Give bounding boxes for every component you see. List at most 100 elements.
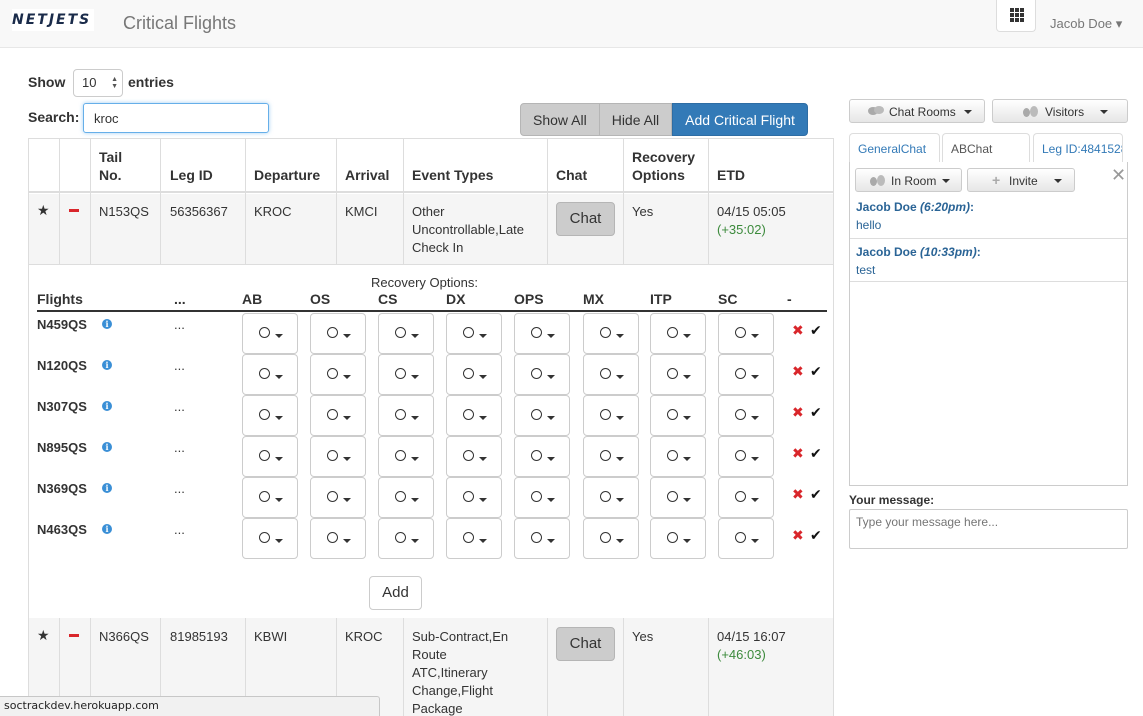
recovery-option-os-dropdown[interactable] <box>310 395 366 436</box>
recovery-option-cs-dropdown[interactable] <box>378 518 434 559</box>
chat-button[interactable]: Chat <box>556 202 615 236</box>
recovery-option-mx-dropdown[interactable] <box>583 354 639 395</box>
more-options[interactable]: ... <box>174 522 185 537</box>
reject-x-icon[interactable]: ✖ <box>792 404 804 421</box>
chat-button[interactable]: Chat <box>556 627 615 661</box>
collapse-minus-icon[interactable] <box>69 209 79 212</box>
recovery-option-mx-dropdown[interactable] <box>583 518 639 559</box>
more-options[interactable]: ... <box>174 317 185 332</box>
invite-button[interactable]: + Invite <box>967 168 1075 192</box>
recovery-option-itp-dropdown[interactable] <box>650 518 706 559</box>
tab-ab-chat[interactable]: ABChat <box>942 133 1030 164</box>
collapse-minus-icon[interactable] <box>69 634 79 637</box>
recovery-option-cs-dropdown[interactable] <box>378 395 434 436</box>
reject-x-icon[interactable]: ✖ <box>792 363 804 380</box>
in-room-button[interactable]: In Room <box>855 168 962 192</box>
recovery-option-ab-dropdown[interactable] <box>242 313 298 354</box>
tab-leg-id[interactable]: Leg ID:48415281 <box>1033 133 1123 163</box>
recovery-option-ops-dropdown[interactable] <box>514 436 570 477</box>
recovery-option-itp-dropdown[interactable] <box>650 477 706 518</box>
recovery-option-ops-dropdown[interactable] <box>514 518 570 559</box>
recovery-option-itp-dropdown[interactable] <box>650 436 706 477</box>
accept-check-icon[interactable]: ✔ <box>810 527 822 544</box>
recovery-option-ab-dropdown[interactable] <box>242 436 298 477</box>
accept-check-icon[interactable]: ✔ <box>810 486 822 503</box>
accept-check-icon[interactable]: ✔ <box>810 363 822 380</box>
more-options[interactable]: ... <box>174 358 185 373</box>
recovery-option-dx-dropdown[interactable] <box>446 395 502 436</box>
reject-x-icon[interactable]: ✖ <box>792 322 804 339</box>
accept-check-icon[interactable]: ✔ <box>810 404 822 421</box>
info-icon[interactable]: i <box>102 360 112 370</box>
reject-x-icon[interactable]: ✖ <box>792 445 804 462</box>
app-grid-button[interactable] <box>996 0 1036 32</box>
add-critical-flight-button[interactable]: Add Critical Flight <box>672 103 808 136</box>
recovery-option-sc-dropdown[interactable] <box>718 436 774 477</box>
hide-all-button[interactable]: Hide All <box>599 103 673 136</box>
recovery-option-cs-dropdown[interactable] <box>378 354 434 395</box>
recovery-option-ops-dropdown[interactable] <box>514 477 570 518</box>
recovery-option-cs-dropdown[interactable] <box>378 313 434 354</box>
info-icon[interactable]: i <box>102 524 112 534</box>
recovery-option-dx-dropdown[interactable] <box>446 354 502 395</box>
recovery-option-mx-dropdown[interactable] <box>583 395 639 436</box>
reject-x-icon[interactable]: ✖ <box>792 486 804 503</box>
recovery-option-sc-dropdown[interactable] <box>718 518 774 559</box>
recovery-option-itp-dropdown[interactable] <box>650 395 706 436</box>
search-input[interactable] <box>83 103 269 133</box>
recovery-option-ops-dropdown[interactable] <box>514 354 570 395</box>
more-options[interactable]: ... <box>174 399 185 414</box>
recovery-option-ab-dropdown[interactable] <box>242 477 298 518</box>
recovery-option-sc-dropdown[interactable] <box>718 354 774 395</box>
recovery-option-mx-dropdown[interactable] <box>583 436 639 477</box>
recovery-option-sc-dropdown[interactable] <box>718 395 774 436</box>
recovery-option-itp-dropdown[interactable] <box>650 354 706 395</box>
info-icon[interactable]: i <box>102 483 112 493</box>
header-departure[interactable]: Departure <box>254 166 320 184</box>
recovery-option-sc-dropdown[interactable] <box>718 313 774 354</box>
header-chat[interactable]: Chat <box>556 166 587 184</box>
recovery-option-dx-dropdown[interactable] <box>446 477 502 518</box>
close-icon[interactable]: ✕ <box>1111 165 1126 186</box>
recovery-option-mx-dropdown[interactable] <box>583 313 639 354</box>
chat-rooms-button[interactable]: Chat Rooms <box>849 99 985 123</box>
more-options[interactable]: ... <box>174 481 185 496</box>
header-tail-no[interactable]: Tail No. <box>99 148 122 184</box>
recovery-option-mx-dropdown[interactable] <box>583 477 639 518</box>
favorite-star-icon[interactable]: ★ <box>37 201 50 219</box>
recovery-option-os-dropdown[interactable] <box>310 436 366 477</box>
recovery-option-sc-dropdown[interactable] <box>718 477 774 518</box>
accept-check-icon[interactable]: ✔ <box>810 322 822 339</box>
recovery-option-os-dropdown[interactable] <box>310 477 366 518</box>
recovery-option-dx-dropdown[interactable] <box>446 313 502 354</box>
header-event-types[interactable]: Event Types <box>412 166 493 184</box>
add-recovery-button[interactable]: Add <box>369 576 422 610</box>
recovery-option-dx-dropdown[interactable] <box>446 518 502 559</box>
favorite-star-icon[interactable]: ★ <box>37 626 50 644</box>
recovery-option-cs-dropdown[interactable] <box>378 436 434 477</box>
recovery-option-dx-dropdown[interactable] <box>446 436 502 477</box>
recovery-option-ab-dropdown[interactable] <box>242 395 298 436</box>
recovery-option-ab-dropdown[interactable] <box>242 354 298 395</box>
reject-x-icon[interactable]: ✖ <box>792 527 804 544</box>
recovery-option-os-dropdown[interactable] <box>310 518 366 559</box>
recovery-option-os-dropdown[interactable] <box>310 313 366 354</box>
recovery-option-ops-dropdown[interactable] <box>514 395 570 436</box>
tab-general-chat[interactable]: GeneralChat <box>849 133 940 163</box>
header-arrival[interactable]: Arrival <box>345 166 389 184</box>
netjets-logo[interactable]: NETJETS <box>12 9 94 31</box>
info-icon[interactable]: i <box>102 319 112 329</box>
header-etd[interactable]: ETD <box>717 166 745 184</box>
recovery-option-itp-dropdown[interactable] <box>650 313 706 354</box>
header-leg-id[interactable]: Leg ID <box>170 166 213 184</box>
recovery-option-cs-dropdown[interactable] <box>378 477 434 518</box>
recovery-option-ab-dropdown[interactable] <box>242 518 298 559</box>
entries-select[interactable]: 10 ▲ ▼ <box>73 69 123 97</box>
info-icon[interactable]: i <box>102 401 112 411</box>
info-icon[interactable]: i <box>102 442 112 452</box>
show-all-button[interactable]: Show All <box>520 103 600 136</box>
more-options[interactable]: ... <box>174 440 185 455</box>
header-recovery-options[interactable]: Recovery Options <box>632 148 695 184</box>
visitors-button[interactable]: Visitors <box>992 99 1128 123</box>
user-menu[interactable]: Jacob Doe ▾ <box>1050 16 1122 32</box>
